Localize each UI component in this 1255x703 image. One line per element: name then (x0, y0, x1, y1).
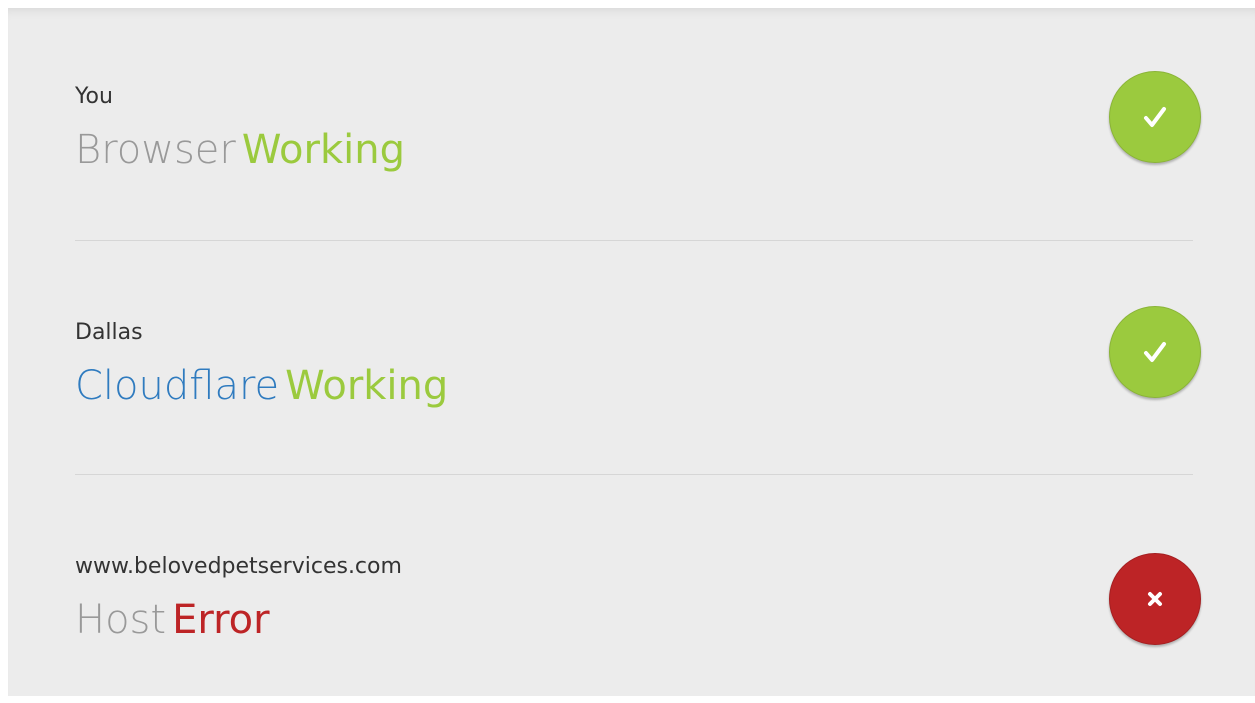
node-name: Host (75, 597, 167, 643)
status-text: Error (172, 597, 270, 643)
status-row-host: www.belovedpetservices.com Host Error (75, 474, 1201, 696)
location-label: www.belovedpetservices.com (75, 554, 402, 579)
status-line: Host Error (75, 600, 270, 640)
status-row-cloudflare: Dallas Cloudflare Working (75, 240, 1201, 474)
success-badge (1109, 306, 1201, 398)
status-text: Working (285, 363, 449, 409)
success-badge (1109, 71, 1201, 163)
status-text: Working (241, 127, 405, 173)
check-icon (1138, 335, 1172, 369)
status-row-browser: You Browser Working (75, 8, 1201, 240)
check-icon (1138, 100, 1172, 134)
node-name: Browser (75, 127, 236, 173)
status-line: Browser Working (75, 130, 405, 170)
location-label: You (75, 84, 113, 109)
error-x-icon (1142, 586, 1168, 612)
status-line: Cloudflare Working (75, 366, 448, 406)
node-name: Cloudflare (75, 363, 280, 409)
location-label: Dallas (75, 320, 143, 345)
error-badge (1109, 553, 1201, 645)
status-panel: You Browser Working Dallas Cloudflare Work… (8, 8, 1255, 696)
